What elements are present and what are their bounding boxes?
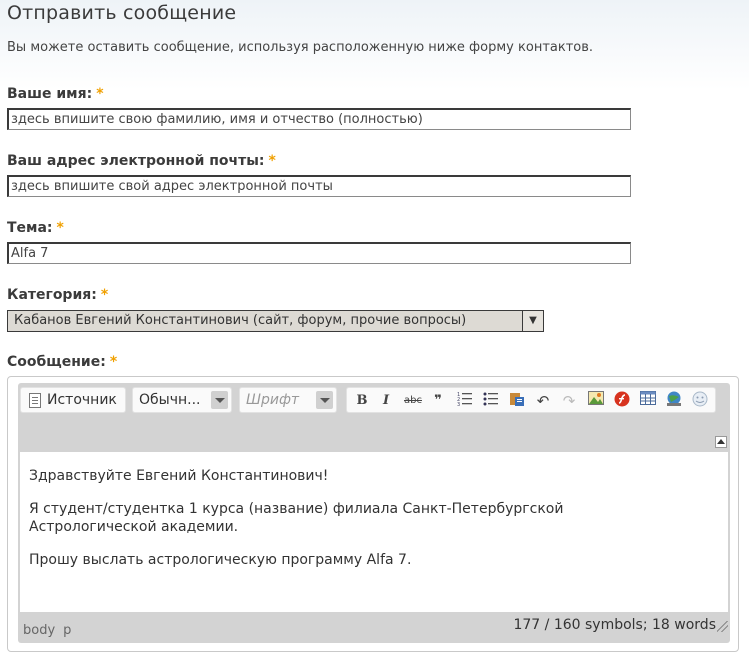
strikethrough-icon[interactable]: abc (403, 391, 423, 411)
numbered-list-icon[interactable]: 123 (455, 391, 475, 411)
italic-icon[interactable]: I (376, 391, 396, 411)
link-icon[interactable] (664, 391, 684, 411)
message-label-text: Сообщение: (7, 354, 106, 370)
chevron-down-icon[interactable] (211, 391, 228, 409)
name-label: Ваше имя: * (7, 86, 104, 102)
subject-label: Тема: * (7, 220, 64, 236)
path-item-p[interactable]: p (63, 623, 71, 638)
required-marker: * (100, 287, 109, 303)
page-title: Отправить сообщение (7, 2, 237, 24)
svg-text:3: 3 (457, 402, 460, 407)
table-icon[interactable] (638, 391, 658, 411)
chevron-down-icon[interactable]: ▼ (522, 311, 543, 331)
path-item-body[interactable]: body (23, 623, 55, 638)
chevron-down-icon[interactable] (316, 391, 333, 409)
category-label-text: Категория: (7, 287, 97, 303)
editor-content-area[interactable]: Здравствуйте Евгений Константинович! Я с… (20, 452, 728, 612)
collapse-toolbar-icon[interactable] (715, 436, 727, 448)
image-icon[interactable] (586, 391, 606, 411)
name-label-text: Ваше имя: (7, 86, 93, 102)
required-marker: * (56, 220, 64, 236)
required-marker: * (109, 354, 118, 370)
formatting-toolbar: B I abc ❞ 123 ↶ ↷ (346, 387, 716, 413)
email-field[interactable]: здесь впишите свой адрес электронной поч… (7, 175, 631, 197)
category-select[interactable]: Кабанов Евгений Константинович (сайт, фо… (7, 310, 544, 332)
paste-word-icon[interactable] (507, 391, 527, 411)
redo-icon[interactable]: ↷ (559, 391, 579, 411)
content-paragraph: Я студент/студентка 1 курса (название) ф… (29, 501, 564, 535)
document-icon (29, 393, 41, 408)
bulleted-list-icon[interactable] (481, 391, 501, 411)
format-combo[interactable]: Обычн... (132, 387, 232, 413)
font-combo[interactable]: Шрифт (239, 387, 337, 413)
intro-text: Вы можете оставить сообщение, используя … (7, 40, 594, 55)
subject-field[interactable]: Alfa 7 (7, 242, 631, 264)
email-label-text: Ваш адрес электронной почты: (7, 153, 265, 169)
content-paragraph: Здравствуйте Евгений Константинович! (29, 468, 329, 484)
word-counter: 177 / 160 symbols; 18 words (513, 617, 716, 633)
blockquote-icon[interactable]: ❞ (428, 391, 448, 411)
resize-grip-icon[interactable] (717, 621, 728, 632)
source-button[interactable]: Источник (20, 387, 126, 413)
element-path: body p (23, 623, 71, 638)
required-marker: * (96, 86, 104, 102)
smiley-icon[interactable] (690, 391, 710, 411)
name-field[interactable]: здесь впишите свою фамилию, имя и отчест… (7, 108, 631, 130)
content-paragraph: Прошу выслать астрологическую программу … (29, 552, 412, 568)
email-label: Ваш адрес электронной почты: * (7, 153, 276, 169)
source-button-label: Источник (47, 392, 117, 408)
rich-text-editor: Источник Обычн... Шрифт B I abc ❞ 123 ↶ (18, 383, 730, 643)
category-label: Категория: * (7, 287, 108, 303)
bold-icon[interactable]: B (352, 391, 372, 411)
format-combo-value: Обычн... (139, 392, 201, 408)
flash-icon[interactable] (612, 391, 632, 411)
undo-icon[interactable]: ↶ (533, 391, 553, 411)
message-editor: Источник Обычн... Шрифт B I abc ❞ 123 ↶ (7, 376, 739, 652)
subject-label-text: Тема: (7, 220, 53, 236)
required-marker: * (268, 153, 276, 169)
font-combo-placeholder: Шрифт (246, 392, 300, 408)
message-label: Сообщение: * (7, 354, 117, 370)
category-selected-value: Кабанов Евгений Константинович (сайт, фо… (14, 313, 467, 328)
